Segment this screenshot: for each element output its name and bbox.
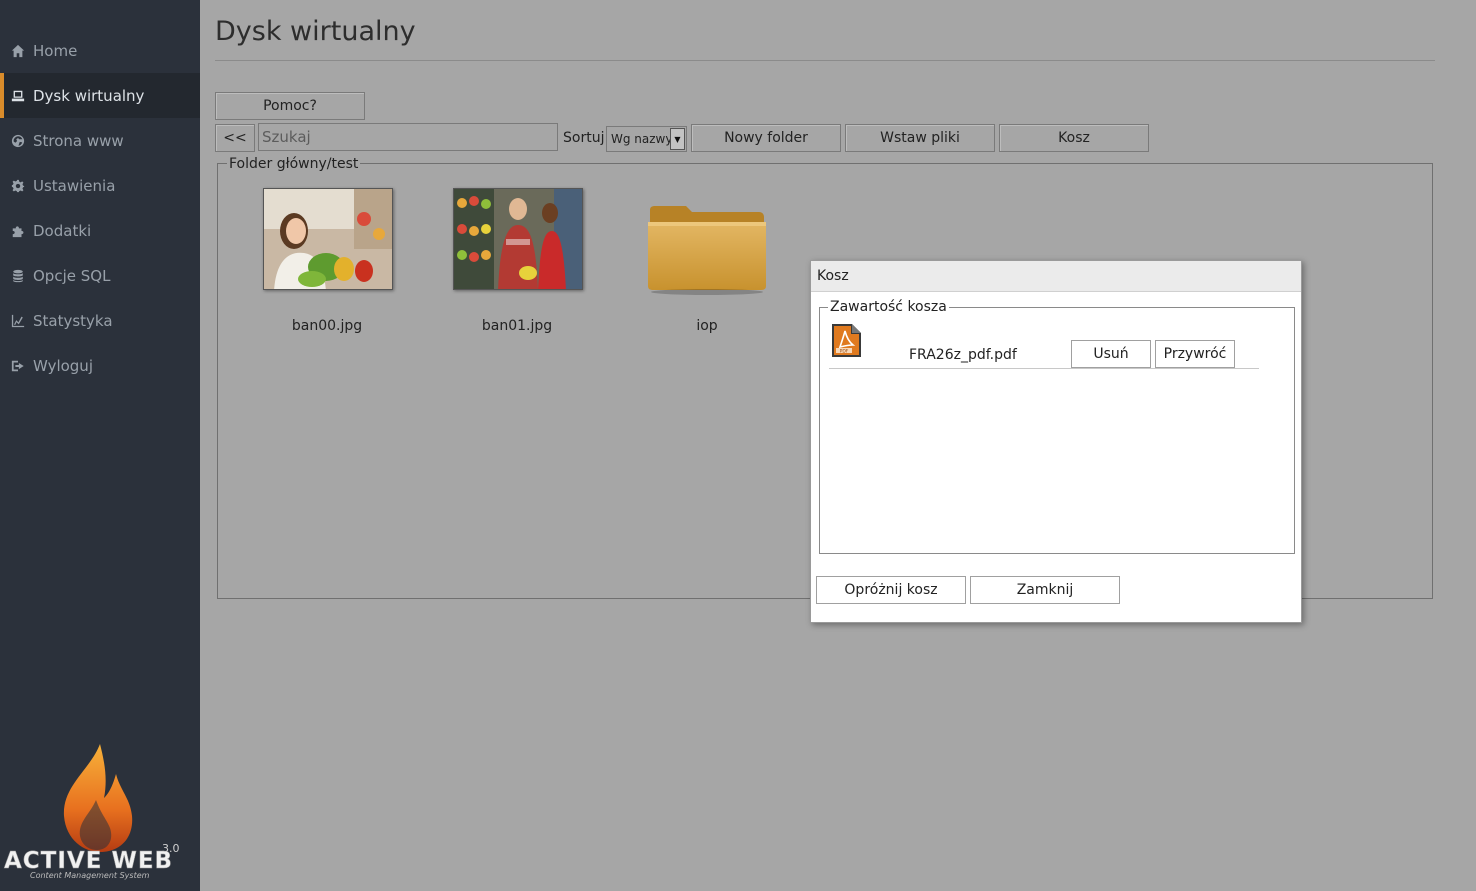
- sort-select[interactable]: Wg nazwy ▼: [606, 126, 687, 152]
- logo-subtitle: Content Management System: [30, 871, 150, 880]
- new-folder-button[interactable]: Nowy folder: [691, 124, 841, 152]
- sidebar-item-label: Home: [33, 41, 78, 60]
- sidebar-item-label: Ustawienia: [33, 176, 116, 195]
- drive-icon: [11, 89, 25, 103]
- sidebar-item-dodatki[interactable]: Dodatki: [0, 208, 200, 253]
- trash-item-name: FRA26z_pdf.pdf: [909, 347, 1017, 363]
- chart-icon: [11, 314, 25, 328]
- page-title: Dysk wirtualny: [215, 16, 416, 47]
- folder-path: Folder główny/test: [227, 156, 361, 172]
- file-thumbnail-ban01[interactable]: [453, 188, 583, 290]
- file-thumbnail-ban00[interactable]: [263, 188, 393, 290]
- dialog-title: Kosz: [811, 261, 1301, 292]
- insert-files-button[interactable]: Wstaw pliki: [845, 124, 995, 152]
- globe-icon: [11, 134, 25, 148]
- empty-trash-button[interactable]: Opróżnij kosz: [816, 576, 966, 604]
- title-divider: [215, 60, 1435, 61]
- trash-contents-label: Zawartość kosza: [828, 299, 949, 315]
- sidebar: Home Dysk wirtualny Strona www Ustawieni…: [0, 0, 200, 891]
- chevron-down-icon[interactable]: ▼: [670, 128, 685, 150]
- sidebar-item-wyloguj[interactable]: Wyloguj: [0, 343, 200, 388]
- folder-name[interactable]: iop: [637, 318, 777, 334]
- sidebar-item-label: Dodatki: [33, 221, 92, 240]
- sidebar-item-statystyka[interactable]: Statystyka: [0, 298, 200, 343]
- sidebar-item-ustawienia[interactable]: Ustawienia: [0, 163, 200, 208]
- file-name[interactable]: ban01.jpg: [447, 318, 587, 334]
- home-icon: [11, 44, 25, 58]
- close-button[interactable]: Zamknij: [970, 576, 1120, 604]
- svg-text:PDF: PDF: [840, 348, 849, 354]
- sidebar-item-label: Strona www: [33, 131, 124, 150]
- back-button[interactable]: <<: [215, 124, 255, 152]
- logo-version: 3.0: [162, 842, 180, 855]
- sidebar-item-opcje-sql[interactable]: Opcje SQL: [0, 253, 200, 298]
- delete-button[interactable]: Usuń: [1071, 340, 1151, 368]
- sidebar-item-label: Dysk wirtualny: [33, 86, 145, 105]
- sidebar-item-home[interactable]: Home: [0, 28, 200, 73]
- sidebar-item-strona-www[interactable]: Strona www: [0, 118, 200, 163]
- sort-select-value: Wg nazwy: [611, 132, 673, 146]
- trash-button[interactable]: Kosz: [999, 124, 1149, 152]
- photo-family-grocery-icon: [454, 189, 582, 289]
- sidebar-item-label: Wyloguj: [33, 356, 93, 375]
- sidebar-item-dysk-wirtualny[interactable]: Dysk wirtualny: [0, 73, 200, 118]
- folder-icon[interactable]: [646, 204, 768, 296]
- photo-woman-vegetables-icon: [264, 189, 392, 289]
- puzzle-icon: [11, 224, 25, 238]
- search-input[interactable]: Szukaj: [258, 123, 558, 151]
- trash-dialog: Kosz Zawartość kosza PDF FRA26z_pdf.pdf …: [810, 260, 1302, 623]
- gear-icon: [11, 179, 25, 193]
- file-name[interactable]: ban00.jpg: [257, 318, 397, 334]
- sidebar-item-label: Opcje SQL: [33, 266, 111, 285]
- pdf-icon: PDF: [832, 324, 861, 357]
- logout-icon: [11, 359, 25, 373]
- help-button[interactable]: Pomoc?: [215, 92, 365, 120]
- database-icon: [11, 269, 25, 283]
- restore-button[interactable]: Przywróć: [1155, 340, 1235, 368]
- sort-label: Sortuj:: [563, 130, 610, 146]
- sidebar-item-label: Statystyka: [33, 311, 113, 330]
